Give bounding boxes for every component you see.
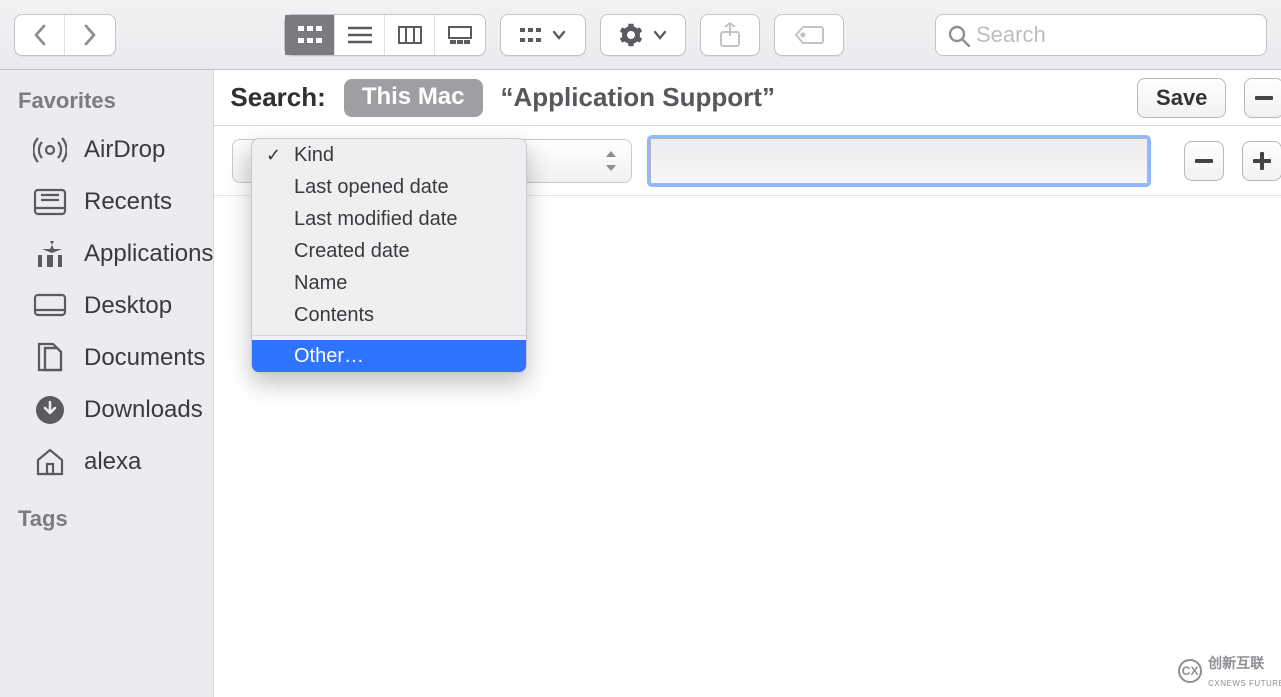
criteria-dropdown-menu: Kind Last opened date Last modified date…: [251, 138, 527, 373]
menu-separator: [252, 335, 526, 336]
sidebar-item-label: Applications: [84, 240, 213, 268]
documents-icon: [32, 340, 68, 376]
body: Favorites AirDrop Recents Applications D…: [0, 70, 1281, 697]
home-icon: [32, 444, 68, 480]
grid-small-icon: [520, 28, 542, 42]
sidebar-item-airdrop[interactable]: AirDrop: [0, 124, 213, 176]
column-view-button[interactable]: [385, 15, 435, 55]
desktop-icon: [32, 288, 68, 324]
back-button[interactable]: [15, 15, 65, 55]
sidebar-item-applications[interactable]: Applications: [0, 228, 213, 280]
gear-icon: [619, 23, 643, 47]
sidebar-item-label: Desktop: [84, 292, 172, 320]
scope-folder[interactable]: “Application Support”: [501, 82, 775, 113]
airdrop-icon: [32, 132, 68, 168]
sidebar-item-home[interactable]: alexa: [0, 436, 213, 488]
tag-button-group: [774, 14, 844, 56]
group-by-button-group: [500, 14, 586, 56]
icon-view-button[interactable]: [285, 15, 335, 55]
scope-this-mac[interactable]: This Mac: [344, 79, 483, 117]
tag-button[interactable]: [775, 15, 843, 55]
search-input[interactable]: [976, 22, 1256, 48]
sidebar-item-label: Documents: [84, 344, 205, 372]
chevron-right-icon: [83, 24, 97, 46]
minus-icon: [1195, 159, 1213, 163]
chevron-down-icon: [653, 30, 667, 40]
save-button[interactable]: Save: [1137, 78, 1226, 118]
sidebar-item-downloads[interactable]: Downloads: [0, 384, 213, 436]
plus-icon: [1253, 152, 1271, 170]
tag-icon: [794, 25, 824, 45]
menu-item-created[interactable]: Created date: [252, 235, 526, 267]
list-icon: [348, 26, 372, 44]
watermark-text: 创新互联: [1208, 655, 1264, 671]
remove-criteria-button[interactable]: [1244, 78, 1281, 118]
chevron-down-icon: [552, 30, 566, 40]
watermark: CX 创新互联 CXNEWS FUTURE: [1178, 653, 1281, 689]
sidebar-item-label: AirDrop: [84, 136, 165, 164]
downloads-icon: [32, 392, 68, 428]
group-by-button[interactable]: [501, 15, 585, 55]
add-row-button[interactable]: [1242, 141, 1281, 181]
sidebar-item-documents[interactable]: Documents: [0, 332, 213, 384]
chevron-left-icon: [33, 24, 47, 46]
menu-item-last-opened[interactable]: Last opened date: [252, 171, 526, 203]
remove-row-button[interactable]: [1184, 141, 1224, 181]
gallery-view-button[interactable]: [435, 15, 485, 55]
sidebar-item-recents[interactable]: Recents: [0, 176, 213, 228]
share-button-group: [700, 14, 760, 56]
menu-item-name[interactable]: Name: [252, 267, 526, 299]
criteria-value-input[interactable]: [650, 138, 1148, 184]
sidebar-item-label: Downloads: [84, 396, 203, 424]
watermark-sub: CXNEWS FUTURE: [1208, 679, 1281, 688]
grid-icon: [298, 26, 322, 44]
share-button[interactable]: [701, 15, 759, 55]
minus-icon: [1255, 96, 1273, 100]
applications-icon: [32, 236, 68, 272]
columns-icon: [398, 26, 422, 44]
updown-icon: [605, 151, 617, 171]
menu-item-kind[interactable]: Kind: [252, 139, 526, 171]
search-icon: [948, 25, 970, 47]
sidebar-item-label: alexa: [84, 448, 141, 476]
sidebar: Favorites AirDrop Recents Applications D…: [0, 70, 214, 697]
recents-icon: [32, 184, 68, 220]
watermark-logo: CX: [1178, 659, 1202, 683]
sidebar-item-label: Recents: [84, 188, 172, 216]
menu-item-last-modified[interactable]: Last modified date: [252, 203, 526, 235]
scope-label: Search:: [230, 82, 325, 113]
action-button[interactable]: [601, 15, 685, 55]
forward-button[interactable]: [65, 15, 115, 55]
nav-buttons: [14, 14, 116, 56]
action-button-group: [600, 14, 686, 56]
view-mode-buttons: [284, 14, 486, 56]
menu-item-other[interactable]: Other…: [252, 340, 526, 372]
favorites-heading: Favorites: [0, 88, 213, 124]
tags-heading: Tags: [0, 506, 213, 542]
menu-item-contents[interactable]: Contents: [252, 299, 526, 331]
search-field[interactable]: [935, 14, 1267, 56]
scope-bar: Search: This Mac “Application Support” S…: [214, 70, 1281, 126]
list-view-button[interactable]: [335, 15, 385, 55]
share-icon: [719, 22, 741, 48]
gallery-icon: [448, 26, 472, 44]
toolbar: [0, 0, 1281, 70]
sidebar-item-desktop[interactable]: Desktop: [0, 280, 213, 332]
